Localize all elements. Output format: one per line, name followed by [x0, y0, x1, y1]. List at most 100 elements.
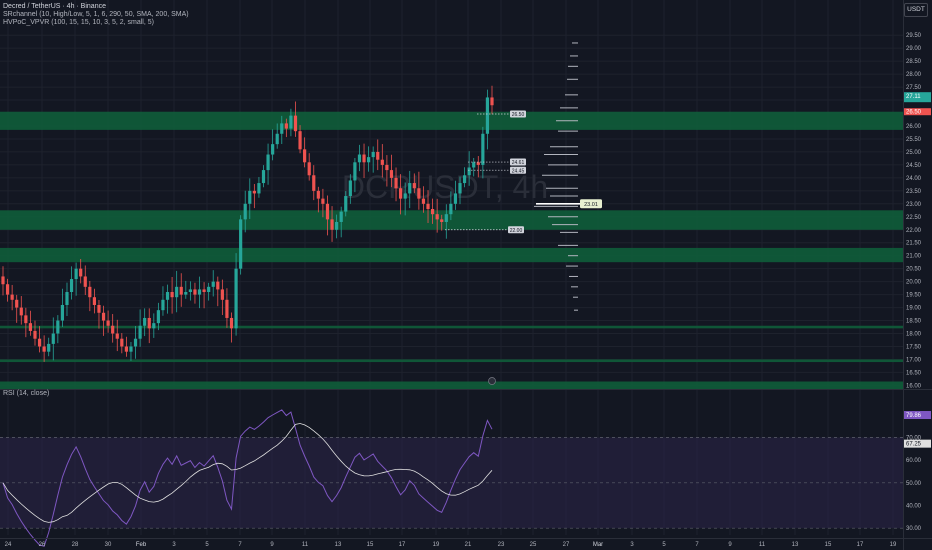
candle-body [229, 317, 234, 329]
time-tick-label: 13 [335, 542, 342, 548]
price-tick-label: 25.50 [906, 137, 922, 143]
time-tick-label: 28 [72, 542, 79, 548]
price-tick-label: 18.50 [906, 319, 922, 325]
candle-body [243, 203, 247, 220]
candle-body [325, 203, 330, 220]
candle-body [408, 183, 412, 194]
candle-body [467, 167, 471, 176]
rsi-tick-label: 60.00 [906, 458, 922, 464]
sr-price-label: 26.50 [906, 110, 922, 116]
price-tick-label: 16.50 [906, 370, 922, 376]
rsi-legend[interactable]: RSI (14, close) [3, 390, 49, 397]
candle-body [261, 170, 266, 184]
candle-body [138, 325, 142, 339]
candle-body [394, 177, 398, 189]
sr-zone [0, 111, 903, 130]
candle-body [266, 154, 270, 171]
candle-body [275, 133, 279, 145]
time-tick-label: 19 [433, 542, 440, 548]
price-tick-label: 19.50 [906, 293, 922, 299]
candle-body [481, 133, 485, 165]
candle-body [188, 289, 192, 293]
candle-body [56, 320, 60, 334]
candle-body [239, 219, 243, 269]
candle-body [175, 286, 179, 298]
candle-body [476, 162, 480, 165]
time-tick-label: 17 [857, 542, 864, 548]
candle-body [19, 307, 23, 316]
poc-label: 23.01 [584, 202, 598, 208]
candle-body [298, 131, 302, 150]
currency-button[interactable]: USDT [904, 3, 928, 17]
candle-body [440, 219, 444, 222]
candle-body [367, 157, 371, 163]
time-tick-label: 25 [530, 542, 537, 548]
candle-body [33, 330, 37, 339]
candle-body [193, 289, 197, 295]
candle-body [458, 183, 462, 194]
candle-body [234, 268, 238, 329]
price-tick-label: 21.00 [906, 254, 922, 260]
candle-body [211, 281, 215, 287]
candle-body [28, 323, 33, 331]
candle-body [330, 219, 334, 230]
candle-body [376, 151, 380, 160]
candle-body [216, 281, 220, 290]
price-tick-label: 20.50 [906, 267, 922, 273]
price-chart[interactable]: DCRUSDT, 4h26.5024.6124.4522.0023.0129.5… [0, 0, 932, 550]
price-tick-label: 26.00 [906, 124, 922, 130]
time-tick-label: 11 [302, 542, 309, 548]
candle-body [152, 323, 156, 329]
candle-body [485, 97, 490, 134]
candle-body [426, 203, 430, 209]
candle-body [257, 183, 261, 194]
candle-body [83, 276, 87, 287]
candle-body [5, 284, 10, 295]
candle-body [312, 175, 316, 191]
candle-body [344, 196, 348, 212]
rsi-value-label: 79.86 [906, 413, 922, 419]
last-price-label: 27.11 [906, 94, 921, 100]
candle-body [156, 310, 160, 324]
candle-body [74, 268, 78, 280]
candle-body [371, 151, 375, 158]
candle-body [430, 209, 435, 215]
candle-body [147, 317, 151, 329]
candle-body [88, 286, 92, 298]
candle-body [335, 221, 339, 230]
rsi-ma-label: 67.25 [906, 442, 922, 448]
time-tick-label: 21 [465, 542, 472, 548]
candle-body [133, 338, 138, 347]
price-marker-label: 24.61 [512, 160, 525, 166]
candle-body [170, 292, 174, 298]
sr-zone [0, 247, 903, 263]
sr-zone [0, 359, 903, 363]
event-icon [488, 377, 496, 385]
chart-title: Decred / TetherUS · 4h · Binance [3, 3, 106, 10]
candle-body [271, 144, 275, 155]
candle-body [417, 188, 421, 199]
candle-body [421, 198, 426, 204]
srchannel-legend[interactable]: SRchannel (10, High/Low, 5, 1, 6, 290, 5… [3, 11, 189, 19]
candle-body [202, 289, 206, 293]
price-marker-label: 26.50 [512, 112, 525, 118]
candle-body [316, 190, 320, 199]
candle-body [412, 183, 416, 189]
price-tick-label: 17.00 [906, 357, 922, 363]
candle-body [225, 299, 229, 318]
candle-body [307, 162, 311, 176]
vpvr-legend[interactable]: HVPoC_VPVR (100, 15, 15, 10, 3, 5, 2, sm… [3, 19, 154, 27]
candle-body [389, 170, 394, 178]
price-tick-label: 18.00 [906, 332, 922, 338]
price-tick-label: 20.00 [906, 280, 922, 286]
price-tick-label: 22.00 [906, 228, 922, 234]
candle-body [79, 268, 83, 277]
candle-body [60, 304, 65, 321]
candle-body [348, 180, 352, 197]
time-tick-label: 15 [367, 542, 374, 548]
candle-body [248, 190, 252, 204]
candle-body [303, 149, 307, 163]
sr-zone [0, 381, 903, 390]
price-tick-label: 29.00 [906, 46, 922, 52]
candle-body [101, 312, 106, 321]
